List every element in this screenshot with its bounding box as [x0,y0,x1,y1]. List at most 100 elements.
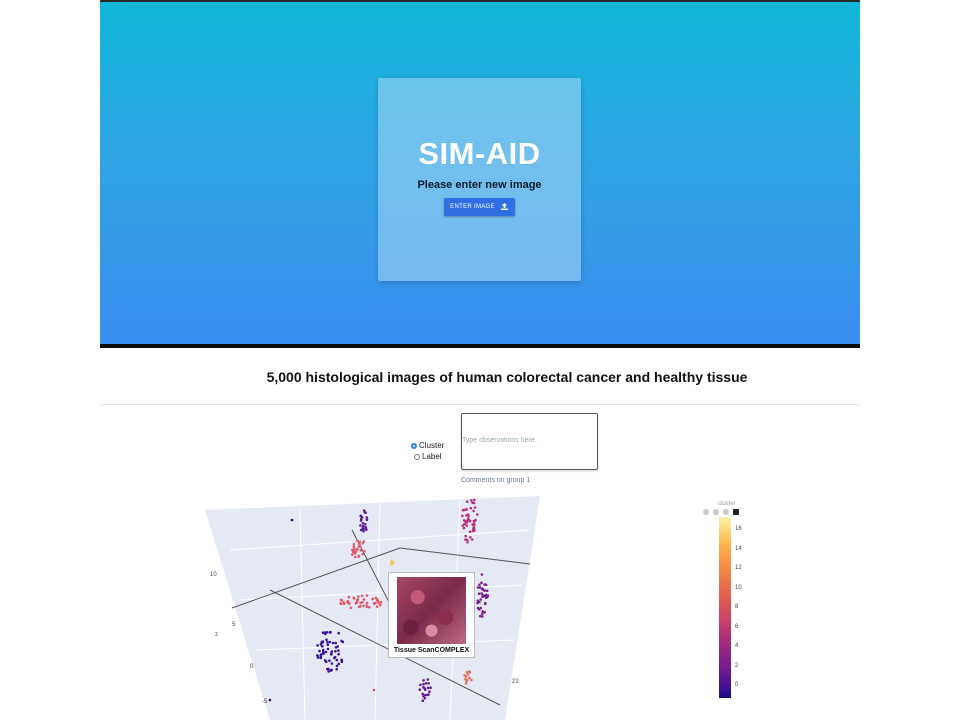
scatter-point[interactable] [365,518,369,522]
scatter-point[interactable] [424,682,428,685]
scatter-point[interactable] [426,686,430,690]
scatter-point[interactable] [476,599,480,602]
scatter-point[interactable] [469,536,472,539]
scatter-point[interactable] [374,596,378,600]
pan-icon[interactable] [723,509,729,515]
scatter-point[interactable] [331,641,335,645]
scatter-point[interactable] [422,694,425,698]
scatter-point[interactable] [335,658,339,662]
scatter-point[interactable] [478,608,481,611]
scatter-point[interactable] [328,640,332,644]
scatter-point[interactable] [319,653,323,656]
scatter-point[interactable] [465,538,469,542]
scatter-point[interactable] [470,538,474,541]
scatter-point[interactable] [471,523,474,526]
scatter-point[interactable] [359,604,362,608]
scatter-point[interactable] [325,638,328,641]
scatter-point[interactable] [476,513,479,516]
scatter-point[interactable] [330,650,334,653]
scatter-point[interactable] [321,645,324,648]
scatter-point[interactable] [472,501,476,505]
scatter-point[interactable] [340,660,344,663]
scatter-point[interactable] [480,581,483,584]
scatter-point[interactable] [330,662,334,665]
scatter-point[interactable] [364,526,368,529]
scatter-point[interactable] [427,682,430,685]
scatter-point[interactable] [327,667,330,671]
scatter-point[interactable] [473,529,476,532]
scatter-point[interactable] [470,678,473,682]
scatter-point[interactable] [462,526,466,530]
scatter-point[interactable] [379,601,383,604]
camera-icon[interactable] [703,509,709,515]
scatter-point[interactable] [421,699,425,702]
scatter-point[interactable] [464,508,468,511]
scatter-point[interactable] [379,603,382,607]
scatter-point[interactable] [324,650,328,654]
scatter-point[interactable] [359,601,363,605]
scatter-point[interactable] [486,594,490,597]
scatter-point[interactable] [468,670,472,674]
scatter-point[interactable] [351,548,354,552]
scatter-point[interactable] [469,506,473,510]
scatter-point[interactable] [357,545,361,548]
scatter-point[interactable] [342,600,345,604]
scatter-point[interactable] [336,645,340,648]
scatter-point[interactable] [421,692,425,696]
scatter-point[interactable] [327,670,330,673]
scatter-point[interactable] [355,547,359,551]
scatter-point[interactable] [479,614,482,618]
scatter-point[interactable] [470,499,473,502]
scatter-point[interactable] [357,554,361,558]
scatter-point[interactable] [320,640,324,644]
scatter-point[interactable] [346,600,349,604]
scatter-point[interactable] [337,652,340,656]
scatter-point[interactable] [462,519,466,522]
scatter-point[interactable] [461,508,465,512]
scatter-point[interactable] [472,519,476,523]
scatter-3d-plot[interactable]: 10 5 0 -5 z 22 [0,490,960,720]
scatter-point[interactable] [339,598,343,602]
scatter-point[interactable] [461,514,464,518]
scatter-point[interactable] [365,594,369,597]
scatter-point[interactable] [481,612,484,615]
scatter-point[interactable] [355,601,358,604]
scatter-point[interactable] [361,552,365,556]
scatter-point[interactable] [359,528,363,532]
scatter-point[interactable] [478,586,482,589]
scatter-point[interactable] [326,643,330,647]
scatter-point[interactable] [485,589,489,593]
scatter-point[interactable] [429,686,432,689]
scatter-point[interactable] [362,604,365,608]
scatter-point[interactable] [357,595,360,598]
scatter-point[interactable] [428,690,431,693]
plotly-logo-icon[interactable] [733,509,739,515]
scatter-point[interactable] [362,529,365,533]
scatter-point[interactable] [339,602,342,605]
scatter-point[interactable] [362,540,366,543]
scatter-point[interactable] [468,676,471,680]
scatter-point[interactable] [352,545,356,549]
scatter-point[interactable] [354,555,357,559]
scatter-point[interactable] [322,650,325,654]
scatter-point[interactable] [464,521,468,524]
scatter-point[interactable] [354,550,358,554]
scatter-point[interactable] [466,513,469,517]
scatter-point[interactable] [468,530,472,534]
scatter-point[interactable] [328,659,331,662]
scatter-point[interactable] [334,641,338,645]
scatter-point[interactable] [352,543,356,546]
scatter-point[interactable] [473,506,477,509]
scatter-point[interactable] [418,688,422,691]
scatter-point[interactable] [481,610,485,613]
scatter-point[interactable] [316,654,319,657]
zoom-icon[interactable] [713,509,719,515]
scatter-point[interactable] [347,595,351,599]
scatter-point[interactable] [477,592,481,595]
observations-textarea[interactable]: Type observations here. [461,413,598,470]
scatter-point[interactable] [358,540,362,544]
scatter-point[interactable] [316,644,319,647]
scatter-point[interactable] [478,583,481,586]
scatter-point[interactable] [468,519,472,523]
scatter-point[interactable] [465,679,469,683]
